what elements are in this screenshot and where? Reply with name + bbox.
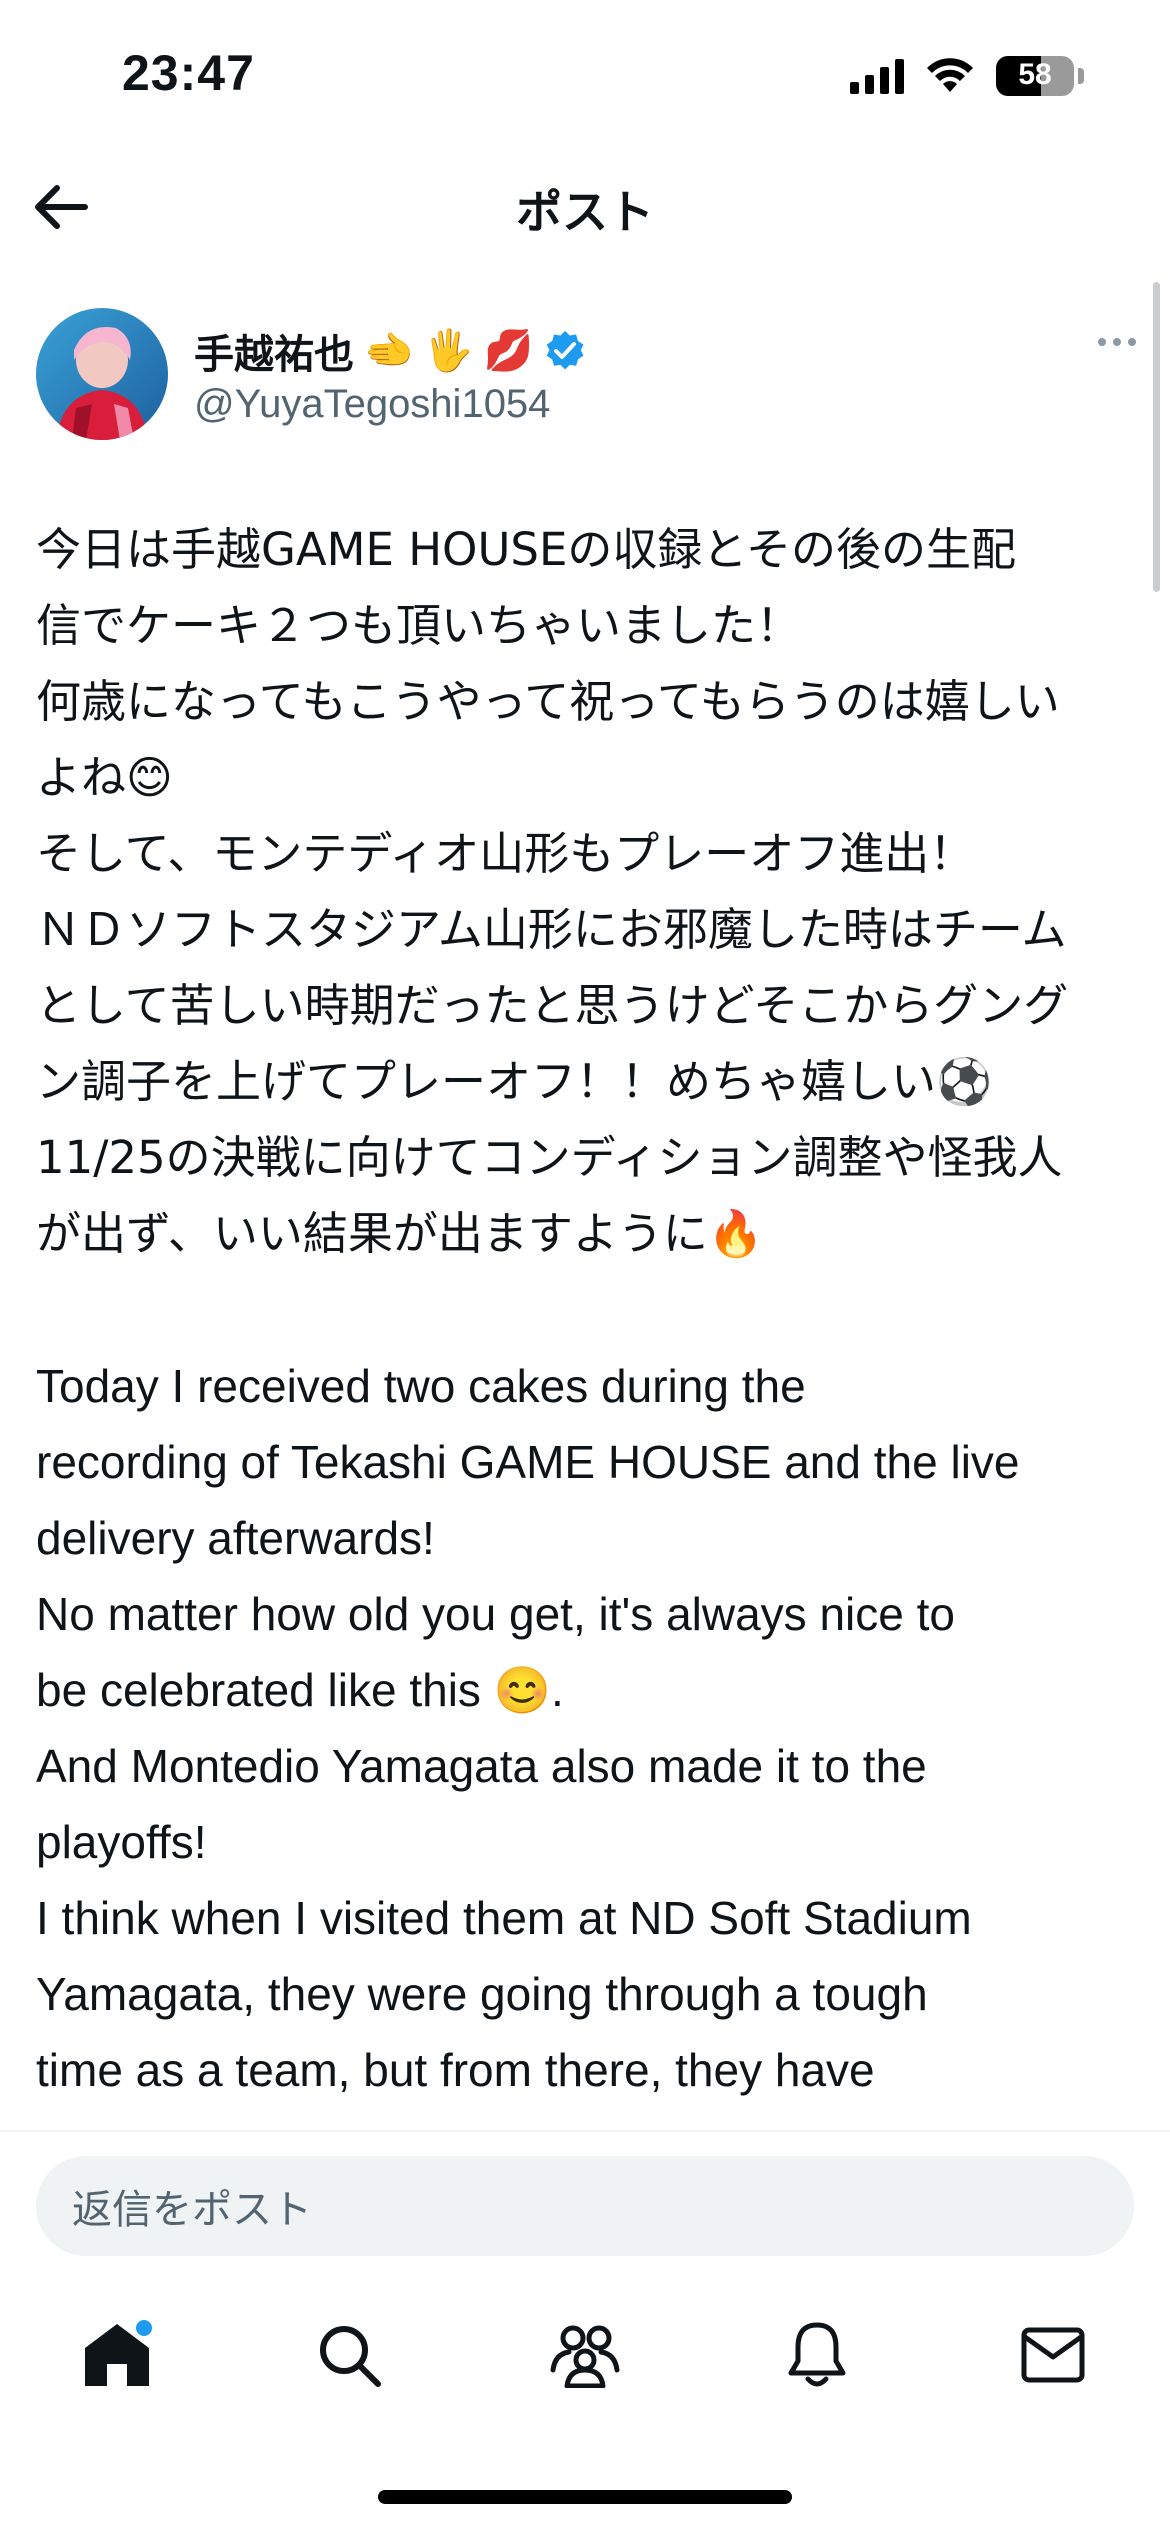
wifi-icon (927, 58, 973, 92)
post-body: 今日は手越GAME HOUSEの収録とその後の生配 信でケーキ２つも頂いちゃいまし… (36, 512, 1146, 2122)
post-text-line: 何歳になってもこうやって祝ってもらうのは嬉しい (36, 675, 1060, 728)
post-text-line: ン調子を上げてプレーオフ！！めちゃ嬉しい⚽ (36, 1055, 993, 1108)
post-text-line: be celebrated like this 😊. (36, 1664, 564, 1716)
post-text-line: And Montedio Yamagata also made it to th… (36, 1740, 927, 1792)
battery-icon: 58 (996, 56, 1074, 96)
post-text-line: よね😊 (36, 751, 173, 804)
emoji-kiss-mark: 💋 (483, 328, 534, 374)
scroll-indicator[interactable] (1153, 282, 1160, 592)
post-text-line: time as a team, but from there, they hav… (36, 2044, 875, 2096)
dot-icon (1098, 338, 1106, 346)
avatar-image (36, 308, 168, 440)
home-indicator[interactable] (378, 2490, 792, 2504)
post-author: 手越祐也 🫲 🖐 💋 @YuyaTegoshi1054 (36, 308, 1136, 448)
reply-input[interactable]: 返信をポスト (36, 2156, 1134, 2256)
status-bar: 23:47 58 (0, 0, 1170, 150)
post-text-line: 今日は手越GAME HOUSEの収録とその後の生配 (36, 523, 1017, 576)
author-handle[interactable]: @YuyaTegoshi1054 (194, 382, 550, 427)
author-name: 手越祐也 (194, 332, 354, 378)
cellular-signal-icon (850, 58, 904, 94)
tab-communities[interactable] (540, 2310, 630, 2400)
verified-badge-icon (547, 330, 584, 370)
author-name-row[interactable]: 手越祐也 🫲 🖐 💋 (194, 322, 587, 380)
emoji-raised-hand: 🖐 (423, 328, 474, 374)
header: ポスト (0, 150, 1170, 262)
tab-search[interactable] (304, 2310, 394, 2400)
screen: 23:47 58 ポスト 手越祐也 🫲 🖐 💋 @YuyaTegoshi1054… (0, 0, 1170, 2532)
mail-icon (1021, 2327, 1085, 2383)
more-options-button[interactable] (1098, 338, 1136, 346)
tab-home[interactable] (72, 2310, 162, 2400)
dot-icon (1113, 338, 1121, 346)
post-text-line: 信でケーキ２つも頂いちゃいました！ (36, 599, 802, 652)
post-text-line: No matter how old you get, it's always n… (36, 1588, 955, 1640)
battery-tip (1078, 68, 1084, 84)
post-text-line: が出ず、いい結果が出ますように🔥 (36, 1207, 764, 1260)
post-text-line (36, 1272, 1146, 1348)
post-text-line: playoffs! (36, 1816, 207, 1868)
post-text-line: improved a lot and made it to the playof… (36, 2108, 1146, 2122)
post-text-line: として苦しい時期だったと思うけどそこからグング (36, 979, 1069, 1032)
post-text-line: 11/25の決戦に向けてコンディション調整や怪我人 (36, 1131, 1063, 1184)
search-icon (320, 2326, 381, 2387)
divider (0, 2130, 1170, 2132)
status-time: 23:47 (122, 45, 255, 101)
dot-icon (1128, 338, 1136, 346)
tab-notifications[interactable] (772, 2310, 862, 2400)
reply-placeholder: 返信をポスト (72, 2187, 312, 2233)
post-text-line: I think when I visited them at ND Soft S… (36, 1892, 972, 1944)
post-text-line: delivery afterwards! (36, 1512, 435, 1564)
tab-messages[interactable] (1008, 2310, 1098, 2400)
post-text-line: そして、モンテディオ山形もプレーオフ進出！ (36, 827, 975, 880)
battery-percent: 58 (1018, 58, 1052, 91)
post-text-line: recording of Tekashi GAME HOUSE and the … (36, 1436, 1020, 1488)
people-icon (550, 2325, 620, 2388)
notification-dot (136, 2320, 152, 2336)
post-text-line: Today I received two cakes during the (36, 1360, 806, 1412)
emoji-hand-left: 🫲 (364, 328, 414, 374)
post-text-line: Yamagata, they were going through a toug… (36, 1968, 928, 2020)
bell-icon (788, 2322, 846, 2387)
page-title: ポスト (516, 185, 654, 239)
status-icons: 58 (850, 56, 1084, 96)
tab-bar (0, 2290, 1170, 2430)
post-text-line: ＮＤソフトスタジアム山形にお邪魔した時はチーム (36, 903, 1067, 956)
avatar[interactable] (36, 308, 168, 440)
